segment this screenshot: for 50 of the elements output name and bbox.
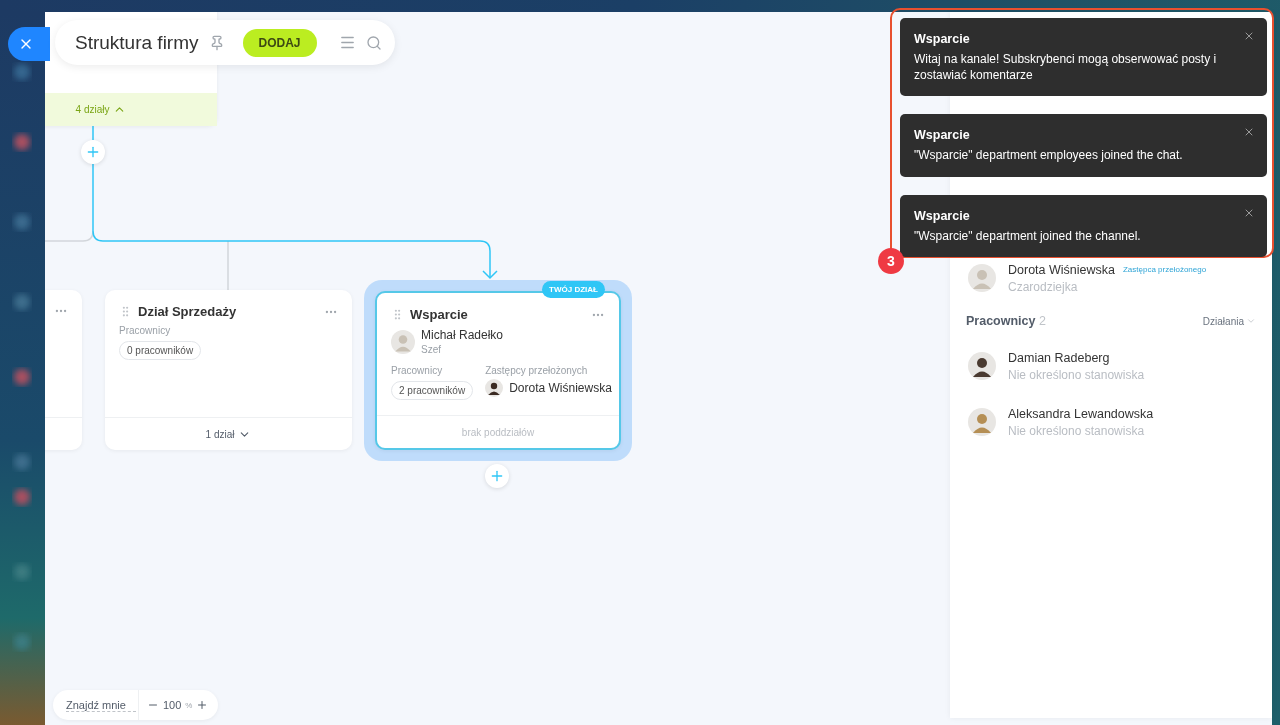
plus-icon <box>489 468 505 484</box>
notification-title: Wsparcie <box>914 208 971 223</box>
zoom-value: 100 <box>162 699 182 711</box>
connector-line <box>92 125 94 141</box>
zoom-in-icon[interactable] <box>196 699 209 711</box>
find-me-link[interactable]: Znajdź mnie <box>66 698 136 712</box>
department-badge: TWÓJ DZIAŁ <box>542 281 605 298</box>
employee-position: Nie określono stanowiska <box>1008 367 1145 382</box>
notification-title: Wsparcie <box>914 128 971 143</box>
avatar <box>968 352 996 380</box>
search-icon[interactable] <box>365 34 382 51</box>
employee-row[interactable]: Damian Radeberg Nie określono stanowiska <box>966 338 1256 394</box>
employee-name: Dorota Wiśniewska <box>1008 262 1115 277</box>
add-button[interactable] <box>81 140 105 164</box>
employee-name: Damian Radeberg <box>1008 350 1110 365</box>
avatar <box>968 408 996 436</box>
close-icon <box>1243 30 1255 42</box>
employees-label: Pracownicy <box>119 325 172 336</box>
add-button[interactable] <box>485 464 509 488</box>
head-name: Michał Radełko <box>421 328 504 342</box>
notification-text: "Wsparcie" department joined the channel. <box>914 227 1142 244</box>
head-role: Szef <box>421 344 442 355</box>
plus-icon <box>85 144 101 160</box>
deputies-label: Zastępcy przełożonych <box>485 365 589 376</box>
deputy-name: Dorota Wiśniewska <box>509 381 612 395</box>
avatar <box>391 329 415 354</box>
section-title: Pracownicy 2 <box>966 314 1046 328</box>
employees-label: Pracownicy <box>391 365 444 376</box>
department-name: Wsparcie <box>410 307 469 322</box>
caret-icon <box>1246 316 1256 326</box>
add-button[interactable]: DODAJ <box>242 28 317 57</box>
close-button[interactable] <box>1243 30 1255 42</box>
avatar <box>968 264 996 292</box>
actions-dropdown[interactable]: Działania <box>1202 315 1256 327</box>
subdepartments-label[interactable]: 1 dział <box>205 428 235 440</box>
close-button[interactable] <box>8 27 50 61</box>
employee-name: Aleksandra Lewandowska <box>1008 406 1154 421</box>
role-tag: Zastępca przełożonego <box>1123 265 1207 274</box>
notification-title: Wsparcie <box>914 32 971 46</box>
avatar <box>485 379 504 397</box>
employee-row[interactable]: Aleksandra Lewandowska Nie określono stanowiska <box>966 394 1256 450</box>
subdepartments-label: brak poddziałów <box>461 426 535 438</box>
notification-text: "Wsparcie" department employees joined the chat. <box>914 147 1184 164</box>
page-title: Struktura firmy <box>75 31 199 54</box>
zoom-unit: % <box>185 700 193 710</box>
department-name: Dział Sprzedaży <box>138 304 238 319</box>
employee-position: Nie określono stanowiska <box>1008 423 1146 438</box>
notification-text: Witaj na kanale! Subskrybenci mogą obserwować posty i zostawiać komentarze <box>914 51 1218 84</box>
menu-icon[interactable] <box>338 34 356 51</box>
employee-position: Czarodziejka <box>1008 279 1079 294</box>
